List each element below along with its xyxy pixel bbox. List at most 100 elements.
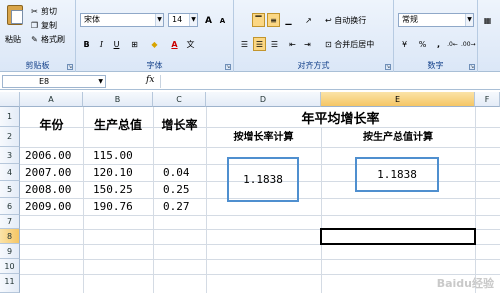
row-header-2[interactable]: 2	[0, 127, 20, 147]
insert-function-button[interactable]: fx	[146, 75, 154, 85]
number-format-value: 常规	[402, 15, 418, 24]
format-painter-button[interactable]: ✎ 格式刷	[30, 34, 65, 45]
paint-bucket-icon: ◆	[151, 40, 158, 49]
select-all-button[interactable]	[0, 92, 20, 107]
chevron-down-icon: ▼	[98, 78, 103, 85]
font-color-button[interactable]: A	[168, 37, 181, 51]
paste-label[interactable]: 粘贴	[5, 34, 21, 45]
merge-center-button[interactable]: ⊡ 合并后居中	[324, 37, 392, 51]
d-result-box[interactable]: 1.1838	[227, 157, 299, 202]
align-top-button[interactable]: ▔	[252, 13, 265, 27]
align-center-button[interactable]: ☰	[253, 37, 266, 51]
cell-b4[interactable]: 120.10	[93, 166, 133, 179]
row-header-1[interactable]: 1	[0, 107, 20, 127]
align-middle-button[interactable]: ≡	[267, 13, 280, 27]
gridline	[321, 127, 322, 293]
merge-icon: ⊡	[325, 40, 332, 49]
currency-button[interactable]: ¥	[398, 37, 411, 51]
align-right-button[interactable]: ☰	[268, 37, 281, 51]
bold-button[interactable]: B	[80, 37, 93, 51]
merged-title-de1[interactable]: 年平均增长率	[206, 108, 475, 127]
clipboard-group-label: 剪贴板	[25, 61, 50, 70]
row-header-8[interactable]: 8	[0, 229, 20, 244]
alignment-launcher-icon[interactable]: ↘	[385, 64, 391, 70]
increase-indent-button[interactable]: ⇥	[301, 37, 314, 51]
cell-b3[interactable]: 115.00	[93, 149, 133, 162]
row-header-10[interactable]: 10	[0, 259, 20, 274]
wrap-text-button[interactable]: ↩ 自动换行	[324, 13, 390, 27]
cell-b6[interactable]: 190.76	[93, 200, 133, 213]
cell-a2-year-header[interactable]: 年份	[20, 116, 83, 133]
formula-input[interactable]	[160, 75, 498, 88]
cell-a6[interactable]: 2009.00	[25, 200, 71, 213]
border-icon: ⊞	[131, 40, 138, 49]
decrease-indent-button[interactable]: ⇤	[286, 37, 299, 51]
row-header-11[interactable]: 11	[0, 274, 20, 293]
cell-c6[interactable]: 0.27	[163, 200, 190, 213]
column-header-d[interactable]: D	[206, 92, 321, 107]
cell-b5[interactable]: 150.25	[93, 183, 133, 196]
column-header-e[interactable]: E	[321, 92, 475, 107]
border-button[interactable]: ⊞	[128, 37, 141, 51]
worksheet-grid[interactable]: A B C D E F 1 2 3 4 5 6 7 8 9 10 11 年份 生…	[0, 92, 500, 293]
active-cell-e8[interactable]	[320, 228, 476, 245]
align-middle-icon: ≡	[270, 16, 277, 25]
comma-button[interactable]: ,	[432, 37, 445, 51]
number-format-select[interactable]: 常规 ▼	[398, 13, 474, 27]
column-header-a[interactable]: A	[20, 92, 83, 107]
row-header-5[interactable]: 5	[0, 181, 20, 198]
cut-button[interactable]: ✂ 剪切	[30, 6, 57, 17]
cell-c5[interactable]: 0.25	[163, 183, 190, 196]
number-group: 常规 ▼ ¥ % , .0← .00→ 数字 ↘	[394, 0, 478, 72]
e-result-box[interactable]: 1.1838	[355, 157, 439, 192]
cell-b2-gdp-header[interactable]: 生产总值	[83, 116, 153, 133]
gridline	[20, 147, 500, 148]
align-top-icon: ▔	[255, 16, 262, 25]
gridline	[20, 274, 500, 275]
column-header-f[interactable]: F	[475, 92, 500, 107]
row-header-3[interactable]: 3	[0, 147, 20, 164]
styles-button[interactable]: ▦	[481, 13, 494, 27]
increase-decimal-button[interactable]: .0←	[446, 37, 459, 51]
row-header-6[interactable]: 6	[0, 198, 20, 215]
cell-c4[interactable]: 0.04	[163, 166, 190, 179]
orientation-button[interactable]: ↗	[302, 13, 315, 27]
percent-button[interactable]: %	[416, 37, 429, 51]
fill-color-button[interactable]: ◆	[148, 37, 161, 51]
align-left-button[interactable]: ☰	[238, 37, 251, 51]
column-header-b[interactable]: B	[83, 92, 153, 107]
row-header-7[interactable]: 7	[0, 215, 20, 229]
font-name-select[interactable]: 宋体 ▼	[80, 13, 164, 27]
currency-icon: ¥	[401, 40, 408, 49]
name-box[interactable]: E8 ▼	[2, 75, 106, 88]
grow-font-button[interactable]: A	[202, 13, 215, 27]
chevron-down-icon: ▼	[189, 14, 197, 26]
paste-button[interactable]	[3, 3, 27, 33]
clipboard-launcher-icon[interactable]: ↘	[67, 64, 73, 70]
row-header-9[interactable]: 9	[0, 244, 20, 259]
column-header-c[interactable]: C	[153, 92, 206, 107]
name-box-value: E8	[39, 77, 50, 86]
cell-e2-subheader[interactable]: 按生产总值计算	[321, 128, 475, 143]
cell-c2-rate-header[interactable]: 增长率	[153, 116, 206, 133]
cell-a3[interactable]: 2006.00	[25, 149, 71, 162]
watermark-logo: Baidu经验	[436, 277, 494, 290]
font-size-select[interactable]: 14 ▼	[168, 13, 198, 27]
cell-d2-subheader[interactable]: 按增长率计算	[206, 128, 321, 143]
cell-a4[interactable]: 2007.00	[25, 166, 71, 179]
merge-center-label: 合并后居中	[334, 40, 375, 49]
cell-a5[interactable]: 2008.00	[25, 183, 71, 196]
row-header-4[interactable]: 4	[0, 164, 20, 181]
phonetic-button[interactable]: 文	[184, 37, 197, 51]
italic-button[interactable]: I	[95, 37, 108, 51]
orientation-icon: ↗	[305, 16, 312, 25]
font-launcher-icon[interactable]: ↘	[225, 64, 231, 70]
chevron-down-icon: ▼	[465, 14, 473, 26]
underline-button[interactable]: U	[110, 37, 123, 51]
number-launcher-icon[interactable]: ↘	[469, 64, 475, 70]
copy-button[interactable]: ❐ 复制	[30, 20, 57, 31]
align-bottom-button[interactable]: ▁	[282, 13, 295, 27]
shrink-font-button[interactable]: A	[216, 13, 229, 27]
decrease-decimal-button[interactable]: .00→	[460, 37, 477, 51]
styles-icon: ▦	[483, 16, 492, 25]
